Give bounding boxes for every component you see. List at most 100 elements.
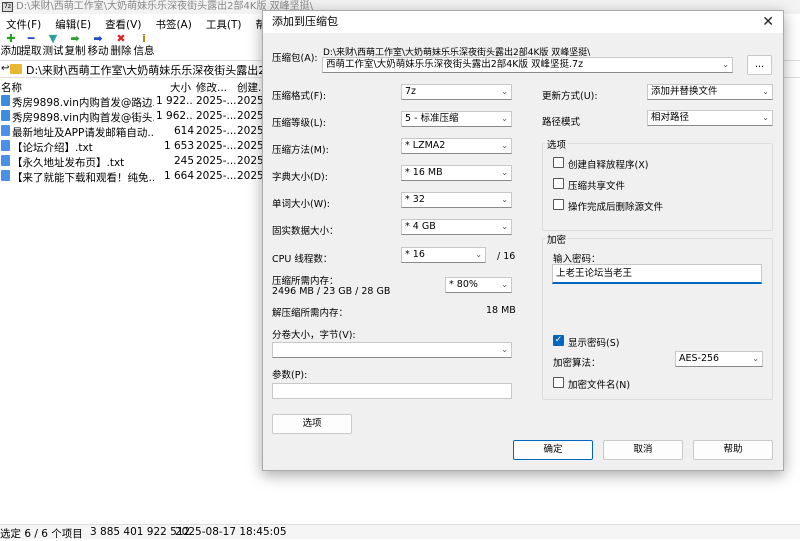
- level-select[interactable]: 5 - 标准压缩 ⌄: [401, 111, 512, 127]
- file-row[interactable]: 最新地址及APP请发邮箱自动... 614 2025-... 2025: [0, 124, 264, 139]
- pathmode-select[interactable]: 相对路径 ⌄: [647, 110, 773, 126]
- toolbar-info-button[interactable]: i 信息: [133, 33, 155, 58]
- method-select[interactable]: * LZMA2 ⌄: [401, 138, 512, 154]
- ok-button[interactable]: 确定: [513, 440, 593, 460]
- file-name: 秀房9898.vin内购首发@路边...: [12, 97, 154, 109]
- cpu-max: / 16: [497, 251, 516, 262]
- status-bar: 选定 6 / 6 个项目 3 885 401 922 512 2025-08-1…: [0, 524, 800, 540]
- chevron-down-icon: ⌄: [722, 60, 729, 69]
- file-size: 1 653: [163, 140, 194, 152]
- file-list-header: 名称 大小 修改... 创建...: [0, 79, 268, 95]
- toolbar-delete-button[interactable]: ✖ 删除: [110, 33, 132, 58]
- dict-value: * 16 MB: [405, 167, 443, 178]
- up-arrow-icon[interactable]: ↩: [1, 63, 9, 74]
- file-created: 2025: [237, 125, 264, 137]
- file-size: 1 922...: [156, 95, 194, 107]
- toolbar-copy-button[interactable]: ➡ 复制: [64, 33, 86, 58]
- options-button[interactable]: 选项: [272, 414, 352, 434]
- file-created: 2025: [237, 170, 264, 182]
- encryption-group-title: 加密: [545, 232, 569, 246]
- video-file-icon: [1, 110, 10, 121]
- toolbar-delete-label: 删除: [110, 45, 132, 57]
- copy-arrow-icon: ➡: [70, 32, 80, 45]
- chevron-down-icon: ⌄: [501, 141, 508, 150]
- menu-view[interactable]: 查看(V): [99, 15, 149, 32]
- delete-after-checkbox[interactable]: [553, 199, 564, 210]
- file-name: 【永久地址发布页】.txt: [12, 157, 125, 169]
- mem-percent-value: * 80%: [449, 279, 478, 290]
- toolbar-test-button[interactable]: ▼ 测试: [42, 33, 64, 58]
- menu-bookmarks[interactable]: 书签(A): [149, 15, 199, 32]
- shared-checkbox[interactable]: [553, 178, 564, 189]
- encrypt-names-checkbox[interactable]: [553, 377, 564, 388]
- close-icon[interactable]: ✕: [762, 13, 774, 31]
- file-row[interactable]: 秀房9898.vin内购首发@路边... 1 922... 2025-... 2…: [0, 94, 264, 109]
- dict-label: 字典大小(D):: [272, 172, 328, 183]
- check-down-icon: ▼: [48, 32, 58, 45]
- toolbar-extract-button[interactable]: ━ 提取: [20, 33, 42, 58]
- file-name: 秀房9898.vin内购首发@街头...: [12, 112, 154, 124]
- show-password-label: 显示密码(S): [568, 338, 620, 349]
- level-value: 5 - 标准压缩: [405, 113, 459, 124]
- chevron-down-icon: ⌄: [501, 222, 508, 231]
- format-select[interactable]: 7z ⌄: [401, 84, 512, 100]
- format-label: 压缩格式(F):: [272, 91, 327, 102]
- chevron-down-icon: ⌄: [501, 114, 508, 123]
- file-size: 614: [173, 125, 194, 137]
- shared-label: 压缩共享文件: [568, 181, 626, 192]
- dict-select[interactable]: * 16 MB ⌄: [401, 165, 512, 181]
- decomp-value: 18 MB: [486, 305, 516, 316]
- update-select[interactable]: 添加并替换文件 ⌄: [647, 84, 773, 100]
- cancel-button[interactable]: 取消: [603, 440, 683, 460]
- cpu-select[interactable]: * 16 ⌄: [401, 247, 486, 263]
- file-row[interactable]: 【论坛介绍】.txt 1 653 2025-... 2025: [0, 139, 264, 154]
- password-input[interactable]: 上老王论坛当老王: [552, 264, 762, 284]
- minus-icon: ━: [27, 32, 35, 45]
- browse-button[interactable]: ...: [747, 55, 772, 75]
- file-row[interactable]: 【来了就能下载和观看！纯免... 1 664 2025-... 2025: [0, 169, 264, 184]
- file-modified: 2025-...: [196, 125, 237, 137]
- toolbar-move-button[interactable]: ➡ 移动: [87, 33, 109, 58]
- menu-edit[interactable]: 编辑(E): [49, 15, 99, 32]
- format-value: 7z: [405, 86, 417, 97]
- file-modified: 2025-...: [196, 140, 237, 152]
- file-row[interactable]: 秀房9898.vin内购首发@街头... 1 962... 2025-... 2…: [0, 109, 264, 124]
- word-value: * 32: [405, 194, 425, 205]
- chevron-down-icon: ⌄: [501, 345, 508, 354]
- show-password-checkbox[interactable]: ✓: [553, 335, 564, 346]
- chevron-down-icon: ⌄: [752, 354, 759, 363]
- mem-percent-select[interactable]: * 80% ⌄: [445, 277, 512, 293]
- enc-method-select[interactable]: AES-256 ⌄: [675, 351, 763, 367]
- column-name[interactable]: 名称: [1, 80, 22, 95]
- word-select[interactable]: * 32 ⌄: [401, 192, 512, 208]
- video-file-icon: [1, 95, 10, 106]
- file-size: 245: [173, 155, 194, 167]
- sfx-checkbox[interactable]: [553, 157, 564, 168]
- split-label: 分卷大小，字节(V):: [272, 330, 356, 341]
- toolbar-copy-label: 复制: [64, 45, 86, 57]
- toolbar-extract-label: 提取: [20, 45, 42, 57]
- column-modified[interactable]: 修改...: [196, 80, 227, 95]
- column-size[interactable]: 大小: [170, 80, 191, 95]
- solid-select[interactable]: * 4 GB ⌄: [401, 219, 512, 235]
- method-value: * LZMA2: [405, 140, 446, 151]
- archive-name-combobox[interactable]: 西萌工作室\大奶萌妹乐乐深夜街头露出2部4K版 双峰坚挺.7z ⌄: [322, 57, 733, 73]
- folder-icon: [10, 64, 22, 74]
- chevron-down-icon: ⌄: [501, 168, 508, 177]
- word-label: 单词大小(W):: [272, 199, 331, 210]
- split-select[interactable]: ⌄: [272, 342, 512, 358]
- file-size: 1 664: [163, 170, 194, 182]
- chevron-down-icon: ⌄: [762, 113, 769, 122]
- menu-tools[interactable]: 工具(T): [200, 15, 250, 32]
- toolbar-add-button[interactable]: ✚ 添加: [0, 33, 22, 58]
- add-to-archive-dialog: 添加到压缩包 ✕ 压缩包(A): D:\来财\西萌工作室\大奶萌妹乐乐深夜街头露…: [262, 10, 784, 471]
- dialog-title: 添加到压缩包: [263, 11, 783, 33]
- help-button[interactable]: 帮助: [693, 440, 773, 460]
- chevron-down-icon: ⌄: [501, 280, 508, 289]
- enc-method-label: 加密算法：: [553, 358, 601, 369]
- text-file-icon: [1, 170, 10, 181]
- params-input[interactable]: [272, 383, 512, 399]
- menu-file[interactable]: 文件(F): [0, 15, 49, 32]
- file-row[interactable]: 【永久地址发布页】.txt 245 2025-... 2025: [0, 154, 264, 169]
- file-name: 【来了就能下载和观看！纯免...: [12, 172, 154, 184]
